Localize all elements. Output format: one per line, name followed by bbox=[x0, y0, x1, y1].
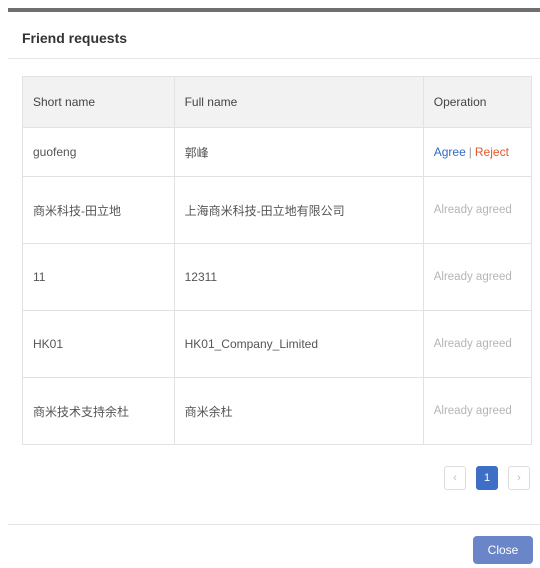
already-agreed-status: Already agreed bbox=[433, 204, 512, 216]
prev-page-button[interactable]: ‹ bbox=[444, 466, 466, 490]
agree-link[interactable]: Agree bbox=[434, 145, 466, 159]
cell-operation: Already agreed bbox=[422, 377, 533, 445]
cell-full-name: 郭峰 bbox=[173, 127, 424, 177]
header-full-name: Full name bbox=[173, 76, 424, 128]
next-page-button[interactable]: › bbox=[508, 466, 530, 490]
dialog-title: Friend requests bbox=[22, 30, 128, 46]
footer-divider bbox=[8, 524, 540, 525]
cell-operation: Agree | Reject bbox=[422, 127, 533, 177]
table-row: 商米技术支持余杜 商米余杜 Already agreed bbox=[22, 377, 533, 445]
cell-full-name: HK01_Company_Limited bbox=[173, 310, 424, 378]
cell-operation: Already agreed bbox=[422, 243, 533, 311]
friend-requests-table: Short name Full name Operation guofeng 郭… bbox=[22, 76, 533, 445]
header-operation: Operation bbox=[422, 76, 533, 128]
cell-operation: Already agreed bbox=[422, 176, 533, 244]
header-divider bbox=[8, 58, 540, 59]
cell-full-name: 上海商米科技-田立地有限公司 bbox=[173, 176, 424, 244]
close-button[interactable]: Close bbox=[473, 536, 533, 564]
already-agreed-status: Already agreed bbox=[433, 338, 512, 350]
table-row: 商米科技-田立地 上海商米科技-田立地有限公司 Already agreed bbox=[22, 176, 533, 244]
cell-full-name: 12311 bbox=[173, 243, 424, 311]
cell-full-name: 商米余杜 bbox=[173, 377, 424, 445]
cell-short-name: 商米科技-田立地 bbox=[22, 176, 175, 244]
already-agreed-status: Already agreed bbox=[433, 405, 512, 417]
reject-link[interactable]: Reject bbox=[475, 145, 509, 159]
dialog-top-border bbox=[8, 8, 540, 12]
cell-short-name: 商米技术支持余杜 bbox=[22, 377, 175, 445]
cell-short-name: HK01 bbox=[22, 310, 175, 378]
cell-short-name: guofeng bbox=[22, 127, 175, 177]
table-row: HK01 HK01_Company_Limited Already agreed bbox=[22, 310, 533, 378]
operation-separator: | bbox=[468, 145, 472, 159]
table-row: 11 12311 Already agreed bbox=[22, 243, 533, 311]
cell-operation: Already agreed bbox=[422, 310, 533, 378]
friend-requests-dialog: Friend requests Short name Full name Ope… bbox=[0, 0, 540, 568]
page-1-button[interactable]: 1 bbox=[476, 466, 498, 490]
pagination: ‹ 1 › bbox=[444, 466, 530, 490]
already-agreed-status: Already agreed bbox=[433, 271, 512, 283]
cell-short-name: 11 bbox=[22, 243, 175, 311]
table-row: guofeng 郭峰 Agree | Reject bbox=[22, 127, 533, 177]
table-header-row: Short name Full name Operation bbox=[22, 76, 533, 128]
header-short-name: Short name bbox=[22, 76, 175, 128]
